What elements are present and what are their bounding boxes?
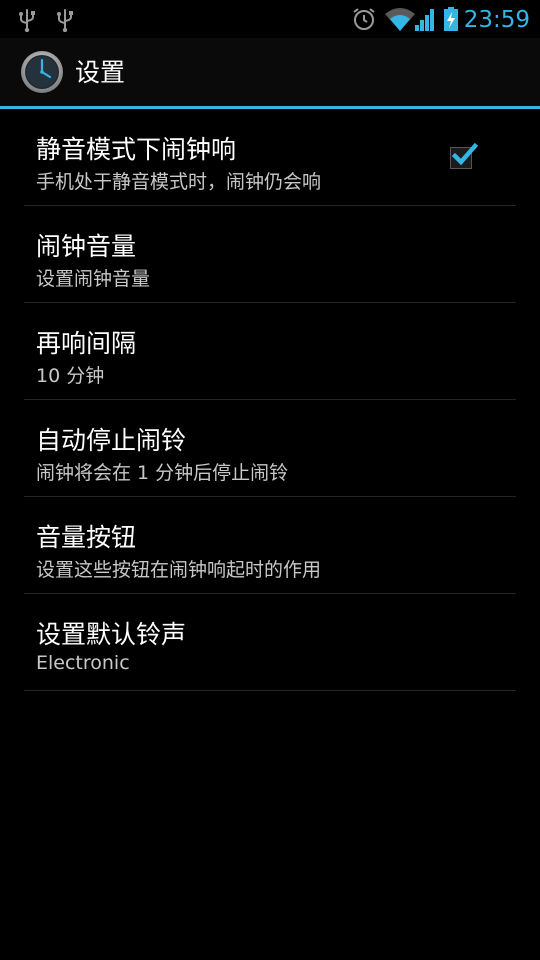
pref-summary: 设置这些按钮在闹钟响起时的作用: [36, 559, 322, 581]
status-bar: 23:59: [0, 0, 540, 38]
clock-icon[interactable]: [20, 50, 64, 94]
pref-summary: Electronic: [36, 652, 130, 674]
pref-silent-alarm[interactable]: 静音模式下闹钟响 手机处于静音模式时，闹钟仍会响: [24, 109, 516, 206]
pref-snooze-interval[interactable]: 再响间隔 10 分钟: [24, 303, 516, 400]
pref-volume-buttons[interactable]: 音量按钮 设置这些按钮在闹钟响起时的作用: [24, 497, 516, 594]
pref-title: 自动停止闹铃: [36, 426, 187, 455]
usb-icon: [16, 0, 38, 38]
pref-summary: 10 分钟: [36, 365, 105, 387]
checkmark-icon: [451, 142, 479, 166]
pref-title: 静音模式下闹钟响: [36, 135, 237, 164]
wifi-icon: [384, 0, 416, 38]
pref-default-ringtone[interactable]: 设置默认铃声 Electronic: [24, 594, 516, 691]
pref-auto-silence[interactable]: 自动停止闹铃 闹钟将会在 1 分钟后停止闹铃: [24, 400, 516, 497]
pref-summary: 闹钟将会在 1 分钟后停止闹铃: [36, 462, 289, 484]
usb-icon: [54, 0, 76, 38]
signal-icon: [414, 0, 436, 38]
pref-title: 再响间隔: [36, 329, 137, 358]
page-title: 设置: [75, 58, 126, 87]
pref-alarm-volume[interactable]: 闹钟音量 设置闹钟音量: [24, 206, 516, 303]
status-clock: 23:59: [463, 7, 530, 33]
action-bar: 设置: [0, 38, 540, 109]
silent-alarm-checkbox[interactable]: [450, 142, 479, 169]
alarm-icon: [350, 0, 378, 38]
pref-title: 设置默认铃声: [36, 620, 187, 649]
battery-charging-icon: [442, 0, 460, 38]
pref-summary: 手机处于静音模式时，闹钟仍会响: [36, 171, 322, 193]
pref-title: 音量按钮: [36, 523, 137, 552]
preference-list: 静音模式下闹钟响 手机处于静音模式时，闹钟仍会响 闹钟音量 设置闹钟音量 再响间…: [0, 109, 540, 691]
pref-summary: 设置闹钟音量: [36, 268, 151, 290]
pref-title: 闹钟音量: [36, 232, 137, 261]
